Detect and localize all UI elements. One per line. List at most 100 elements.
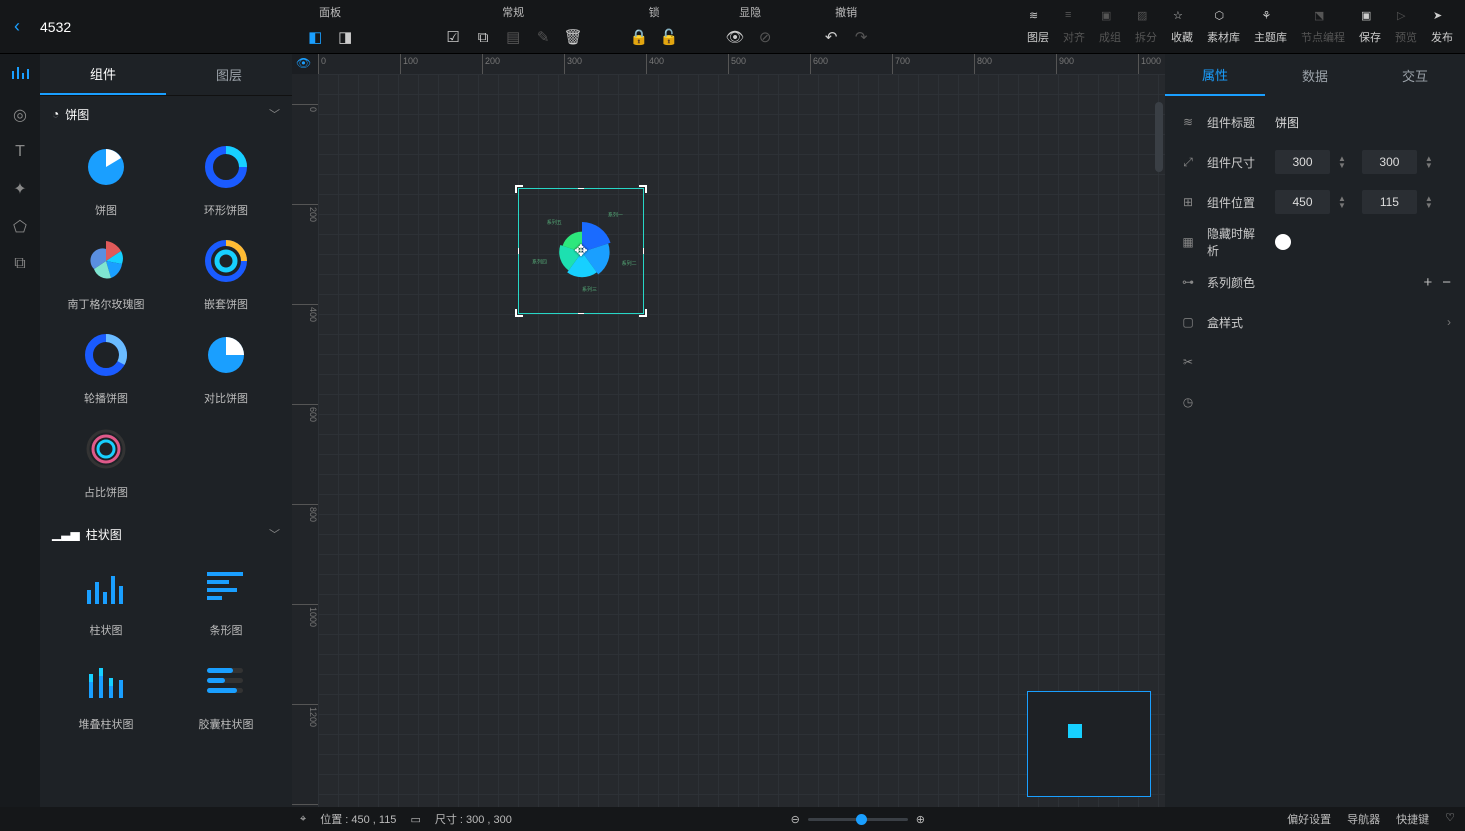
component-compare[interactable]: 对比饼图: [166, 330, 286, 406]
brush-icon[interactable]: ✎: [533, 27, 553, 47]
size-icon: ⤢: [1179, 155, 1197, 170]
top-ungroup-button[interactable]: ▨拆分: [1135, 9, 1157, 45]
zoom-in-button[interactable]: ⊕: [916, 813, 925, 826]
ruler-eye-icon[interactable]: 👁: [296, 56, 311, 70]
svg-text:系列三: 系列三: [582, 286, 597, 293]
layers-icon: ≋: [1029, 9, 1047, 27]
zoom-knob[interactable]: [856, 814, 867, 825]
selection-box[interactable]: 系列一系列二系列三系列四系列五 ✥: [518, 188, 644, 314]
rtab-data[interactable]: 数据: [1265, 54, 1365, 96]
rail-text-icon[interactable]: T: [15, 143, 25, 161]
x-input[interactable]: [1275, 190, 1330, 214]
hide-icon[interactable]: ⊘: [755, 27, 775, 47]
hide-toggle[interactable]: [1275, 234, 1291, 250]
top-assets-button[interactable]: ⬡素材库: [1207, 9, 1240, 45]
tab-layers[interactable]: 图层: [166, 54, 292, 95]
tools-icon[interactable]: ✂: [1179, 355, 1197, 369]
width-input[interactable]: [1275, 150, 1330, 174]
group-icon: ▣: [1101, 9, 1119, 27]
top-layers-button[interactable]: ≋图层: [1027, 9, 1049, 45]
component-nested[interactable]: 嵌套饼图: [166, 236, 286, 312]
bulb-icon[interactable]: ♡: [1445, 811, 1455, 827]
x-spinner[interactable]: ▲▼: [1338, 195, 1346, 209]
rtab-attr[interactable]: 属性: [1165, 54, 1265, 96]
handle-tr[interactable]: [639, 185, 647, 193]
height-spinner[interactable]: ▲▼: [1425, 155, 1433, 169]
remove-series-button[interactable]: −: [1442, 274, 1451, 291]
tab-components[interactable]: 组件: [40, 54, 166, 95]
rail-chart-icon[interactable]: [11, 64, 29, 87]
ruler-tick: 400: [292, 304, 318, 322]
category-bar[interactable]: ▁▃▅柱状图 ﹀: [40, 516, 292, 552]
y-spinner[interactable]: ▲▼: [1425, 195, 1433, 209]
group-undo-label: 撤销: [835, 4, 857, 20]
component-rose[interactable]: 南丁格尔玫瑰图: [46, 236, 166, 312]
height-input[interactable]: [1362, 150, 1417, 174]
component-capsule[interactable]: 胶囊柱状图: [166, 656, 286, 732]
canvas-scrollbar[interactable]: [1155, 94, 1163, 687]
panel-right-icon[interactable]: ◨: [335, 27, 355, 47]
rail-map-icon[interactable]: ◎: [13, 105, 27, 125]
prop-title-value[interactable]: 饼图: [1275, 114, 1299, 131]
align-icon: ≡: [1065, 9, 1083, 27]
navigator-viewport[interactable]: [1068, 724, 1082, 738]
top-theme-button[interactable]: ⚘主题库: [1254, 9, 1287, 45]
save-icon: ▣: [1361, 9, 1379, 27]
handle-l[interactable]: [518, 248, 519, 254]
handle-r[interactable]: [643, 248, 644, 254]
handle-bl[interactable]: [515, 309, 523, 317]
top-save-button[interactable]: ▣保存: [1359, 9, 1381, 45]
component-pie[interactable]: 饼图: [46, 142, 166, 218]
hbar-thumb: [201, 562, 251, 612]
component-carousel[interactable]: 轮播饼图: [46, 330, 166, 406]
top-nodes-button[interactable]: ⬔节点编程: [1301, 9, 1345, 45]
svg-text:系列二: 系列二: [622, 260, 637, 267]
category-pie[interactable]: ◔饼图 ﹀: [40, 96, 292, 132]
component-ratio[interactable]: 占比饼图: [46, 424, 166, 500]
rtab-inter[interactable]: 交互: [1365, 54, 1465, 96]
keys-button[interactable]: 快捷键: [1396, 811, 1429, 827]
history-icon[interactable]: ◷: [1179, 395, 1197, 409]
panel-left-icon[interactable]: ◧: [305, 27, 325, 47]
rail-shape-icon[interactable]: ⬠: [13, 217, 27, 237]
handle-tl[interactable]: [515, 185, 523, 193]
box-style-row[interactable]: ▢ 盒样式 ›: [1165, 302, 1465, 342]
stack-thumb: [81, 656, 131, 706]
back-button[interactable]: ‹: [0, 16, 34, 37]
navigator[interactable]: [1027, 691, 1151, 797]
width-spinner[interactable]: ▲▼: [1338, 155, 1346, 169]
redo-icon[interactable]: ↷: [851, 27, 871, 47]
handle-b[interactable]: [578, 313, 584, 314]
rail-media-icon[interactable]: ✦: [13, 179, 26, 199]
nav-button[interactable]: 导航器: [1347, 811, 1380, 827]
paste-icon[interactable]: ▤: [503, 27, 523, 47]
component-bar[interactable]: 柱状图: [46, 562, 166, 638]
chevron-down-icon: ﹀: [269, 106, 280, 122]
handle-br[interactable]: [639, 309, 647, 317]
canvas-stage[interactable]: 系列一系列二系列三系列四系列五 ✥: [318, 74, 1165, 807]
undo-icon[interactable]: ↶: [821, 27, 841, 47]
pref-button[interactable]: 偏好设置: [1287, 811, 1331, 827]
top-align-button[interactable]: ≡对齐: [1063, 9, 1085, 45]
top-preview-button[interactable]: ▷预览: [1395, 9, 1417, 45]
top-group-button[interactable]: ▣成组: [1099, 9, 1121, 45]
component-hbar[interactable]: 条形图: [166, 562, 286, 638]
y-input[interactable]: [1362, 190, 1417, 214]
select-icon[interactable]: ☑: [443, 27, 463, 47]
top-publish-button[interactable]: ➤发布: [1431, 9, 1453, 45]
lock-icon[interactable]: 🔒: [629, 27, 649, 47]
status-position: 位置 : 450 , 115: [320, 811, 396, 827]
ratio-thumb: [81, 424, 131, 474]
component-donut[interactable]: 环形饼图: [166, 142, 286, 218]
zoom-out-button[interactable]: ⊖: [791, 813, 800, 826]
show-icon[interactable]: 👁: [725, 27, 745, 47]
unlock-icon[interactable]: 🔓: [659, 27, 679, 47]
component-stack[interactable]: 堆叠柱状图: [46, 656, 166, 732]
zoom-slider[interactable]: [808, 818, 908, 821]
copy-icon[interactable]: ⧉: [473, 27, 493, 47]
delete-icon[interactable]: 🗑: [563, 27, 583, 47]
add-series-button[interactable]: +: [1423, 274, 1432, 291]
rail-other-icon[interactable]: ⧉: [14, 255, 25, 273]
top-fav-button[interactable]: ☆收藏: [1171, 9, 1193, 45]
handle-t[interactable]: [578, 188, 584, 189]
